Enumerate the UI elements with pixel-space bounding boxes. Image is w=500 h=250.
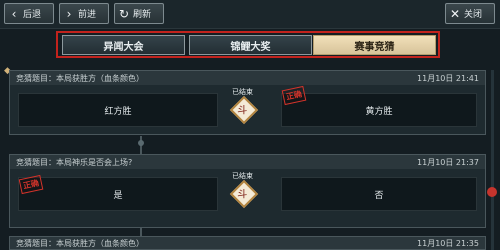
quiz-card: 竞猜题目：本局神乐是否会上场? 11月10日 21:37 是 已结束 斗 否 正… xyxy=(9,154,486,228)
quiz-title: 竞猜题目：本局获胜方（血条颜色） xyxy=(16,73,144,83)
back-button[interactable]: ‹ 后退 xyxy=(4,3,54,24)
quiz-time: 11月10日 21:37 xyxy=(417,157,479,167)
top-toolbar: ‹ 后退 › 前进 ↻ 刷新 ✕ 关闭 xyxy=(0,0,500,29)
refresh-icon: ↻ xyxy=(118,6,130,21)
refresh-button[interactable]: ↻ 刷新 xyxy=(114,3,164,24)
chevron-left-icon: ‹ xyxy=(11,6,17,21)
tab-koi-prize[interactable]: 锦鲤大奖 xyxy=(189,35,312,55)
quiz-card-header: 竞猜题目：本局神乐是否会上场? 11月10日 21:37 xyxy=(10,155,485,169)
quiz-card-partial: 竞猜题目：本局获胜方（血条颜色） 11月10日 21:35 xyxy=(9,236,486,250)
chevron-right-icon: › xyxy=(66,6,72,21)
vs-emblem-icon: 斗 xyxy=(229,179,259,209)
option-right[interactable]: 否 xyxy=(281,177,477,211)
refresh-label: 刷新 xyxy=(133,10,152,20)
option-left[interactable]: 红方胜 xyxy=(18,93,218,127)
emblem-glyph: 斗 xyxy=(237,189,248,201)
forward-button[interactable]: › 前进 xyxy=(59,3,109,24)
quiz-card-header: 竞猜题目：本局获胜方（血条颜色） 11月10日 21:41 xyxy=(10,71,485,85)
quiz-time: 11月10日 21:35 xyxy=(417,238,479,248)
close-button[interactable]: ✕ 关闭 xyxy=(445,3,495,24)
emblem-glyph: 斗 xyxy=(237,105,248,117)
connector-dot xyxy=(138,140,144,146)
quiz-title: 竞猜题目：本局获胜方（血条颜色） xyxy=(16,238,144,248)
option-left[interactable]: 是 xyxy=(18,177,218,211)
close-icon: ✕ xyxy=(449,6,461,21)
quiz-card: 竞猜题目：本局获胜方（血条颜色） 11月10日 21:41 红方胜 已结束 斗 … xyxy=(9,70,486,135)
tab-match-quiz[interactable]: 赛事竞猜 xyxy=(313,35,436,55)
quiz-time: 11月10日 21:41 xyxy=(417,73,479,83)
quiz-title: 竞猜题目：本局神乐是否会上场? xyxy=(16,157,133,167)
close-label: 关闭 xyxy=(464,10,483,20)
scrollbar-thumb[interactable] xyxy=(487,187,497,197)
vs-emblem-icon: 斗 xyxy=(229,95,259,125)
forward-label: 前进 xyxy=(78,10,97,20)
tab-strange-news[interactable]: 异闻大会 xyxy=(62,35,185,55)
option-right[interactable]: 黄方胜 xyxy=(281,93,477,127)
scrollbar-track[interactable] xyxy=(491,70,494,250)
back-label: 后退 xyxy=(23,10,42,20)
